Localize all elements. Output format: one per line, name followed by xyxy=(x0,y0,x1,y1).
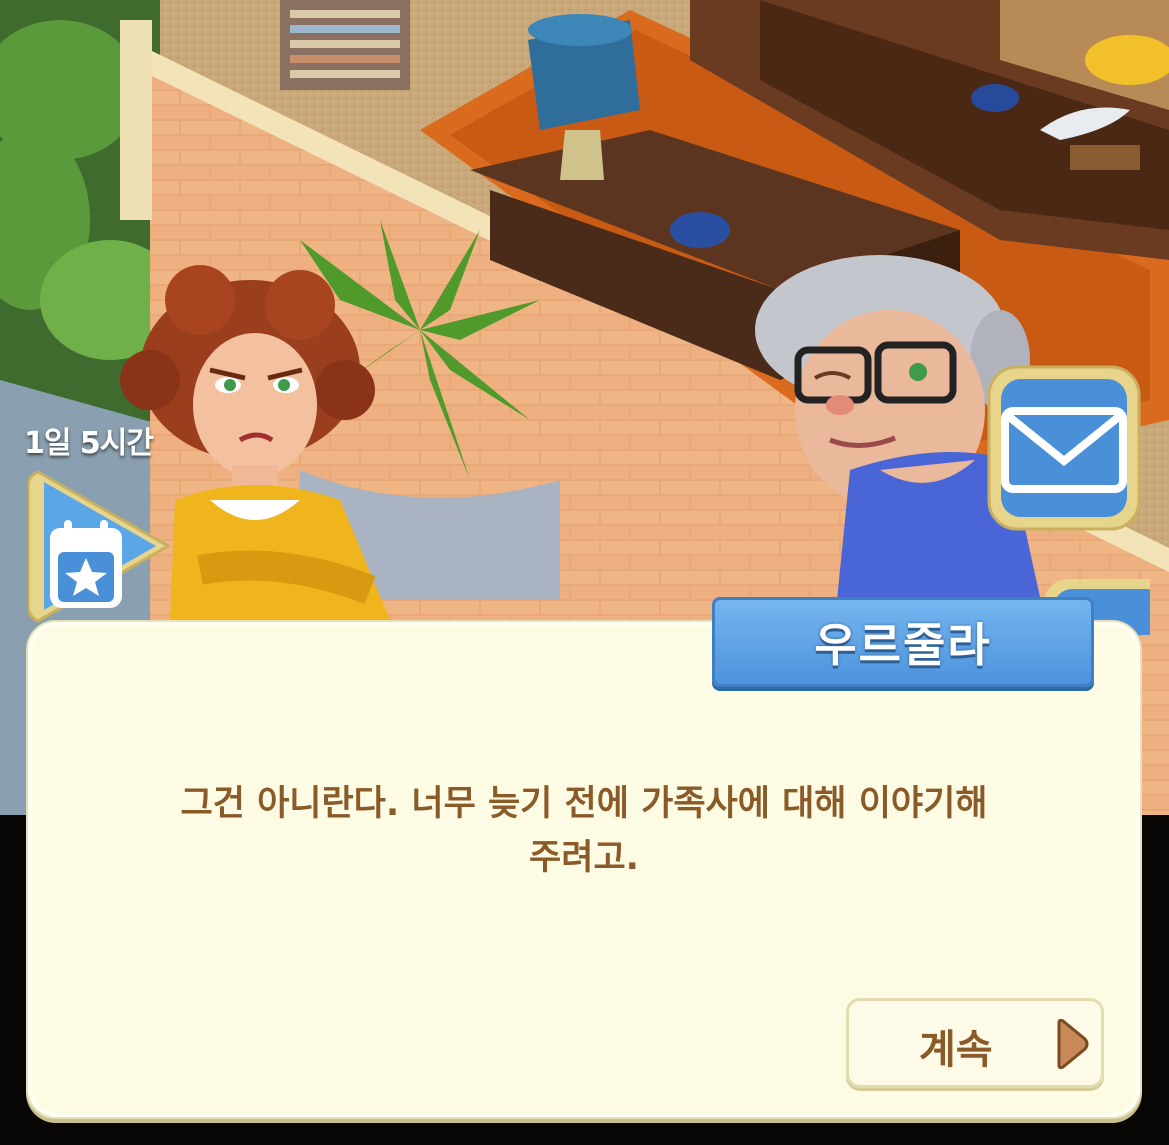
dialog-text: 그건 아니란다. 너무 늦기 전에 가족사에 대해 이야기해 주려고. xyxy=(88,777,1080,885)
game-screen: 1일 5시간 그건 아니란다. 너무 늦기 전에 가족사에 대해 이야기해 주려… xyxy=(0,0,1169,1145)
event-button[interactable] xyxy=(26,466,178,626)
dialog-line-1: 그건 아니란다. 너무 늦기 전에 가족사에 대해 이야기해 xyxy=(180,784,988,824)
triangle-right-icon xyxy=(1057,1019,1089,1069)
continue-button[interactable]: 계속 xyxy=(846,998,1104,1088)
dialog-line-2: 주려고. xyxy=(529,838,639,878)
event-timer: 1일 5시간 xyxy=(24,426,154,461)
speaker-name: 우르줄라 xyxy=(814,618,992,672)
mail-button[interactable] xyxy=(985,363,1143,533)
speaker-nameplate: 우르줄라 xyxy=(712,597,1094,687)
calendar-star-icon xyxy=(50,520,122,608)
continue-label: 계속 xyxy=(919,1027,993,1073)
